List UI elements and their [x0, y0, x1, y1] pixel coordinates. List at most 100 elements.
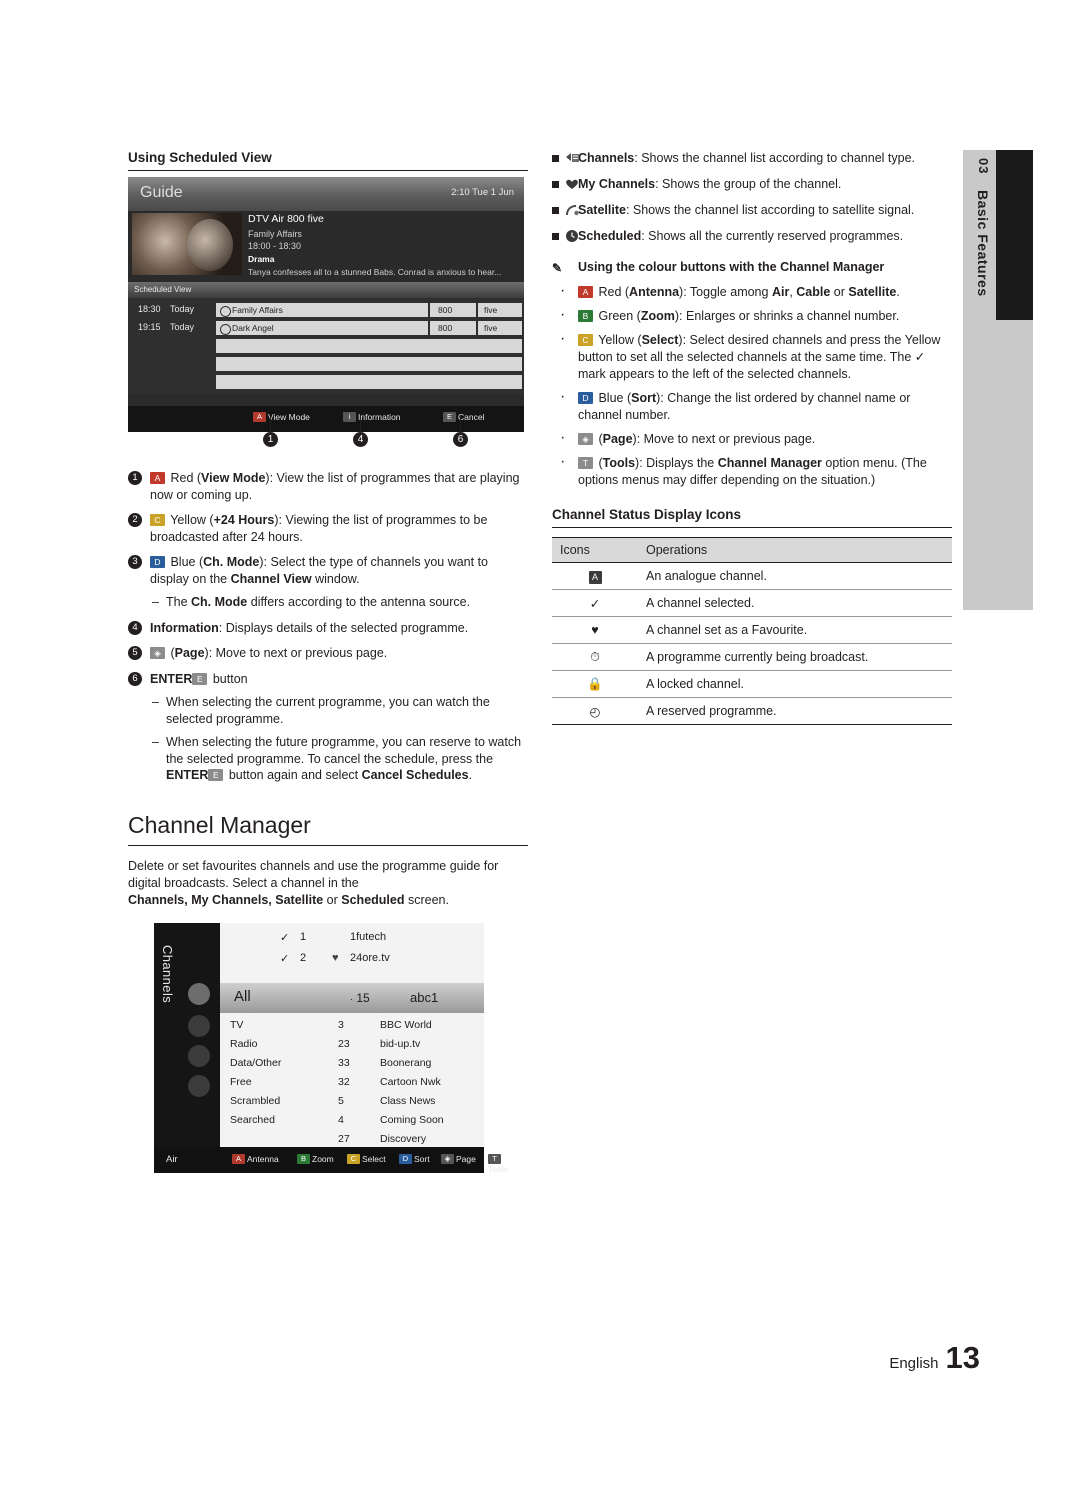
list-item-1: 1 A Red (View Mode): View the list of pr… — [128, 470, 528, 503]
status-op: A channel set as a Favourite. — [638, 616, 952, 644]
list-text: ◈ (Page): Move to next or previous page. — [150, 646, 387, 660]
clock-icon[interactable] — [188, 1074, 210, 1097]
red-key-icon: A — [232, 1153, 245, 1164]
channel-number: 4 — [338, 1113, 344, 1126]
guide-clock: 2:10 Tue 1 Jun — [451, 187, 514, 198]
programme-time: 18:00 - 18:30 — [248, 241, 302, 251]
list-number: 1 — [128, 471, 142, 485]
callout-6: 6 — [453, 432, 468, 447]
programme-genre: Drama — [248, 254, 275, 264]
table-row[interactable]: 18:30 Today Family Affairs 800 five — [128, 302, 524, 318]
footer-tools[interactable]: TTools — [488, 1153, 508, 1174]
channels-icon[interactable] — [188, 982, 210, 1005]
table-row[interactable]: 19:15 Today Dark Angel 800 five — [128, 320, 524, 336]
dot-page: ◈ (Page): Move to next or previous page. — [552, 429, 952, 448]
list-item-4: 4 Information: Displays details of the s… — [128, 620, 528, 637]
channel-status-table: Icons Operations A An analogue channel. … — [552, 537, 952, 725]
status-op: A reserved programme. — [638, 697, 952, 725]
bullet-my-channels-text: My Channels: Shows the group of the chan… — [578, 177, 842, 191]
channel-name[interactable]: bid-up.tv — [380, 1038, 420, 1050]
status-op: A channel selected. — [638, 589, 952, 617]
category-searched[interactable]: Searched — [230, 1114, 275, 1126]
row-number: 800 — [438, 323, 453, 333]
list-item-3: 3 D Blue (Ch. Mode): Select the type of … — [128, 554, 528, 611]
status-icon-favourite: ♥ — [552, 616, 638, 644]
note-colour-buttons: ✎ Using the colour buttons with the Chan… — [552, 259, 952, 276]
list-text: A Red (View Mode): View the list of prog… — [150, 471, 520, 502]
footer-select-label: Select — [362, 1153, 386, 1164]
list-text: Information: Displays details of the sel… — [150, 620, 469, 635]
bullet-channels: Channels: Shows the channel list accordi… — [552, 150, 952, 167]
channel-name[interactable]: BBC World — [380, 1019, 432, 1031]
tools-key-icon: T — [488, 1153, 501, 1164]
footer-cancel[interactable]: E Cancel — [443, 412, 484, 422]
empty-row — [216, 375, 522, 389]
status-icon-reserved: ◴ — [552, 697, 638, 725]
dot-tools: T (Tools): Displays the Channel Manager … — [552, 453, 952, 489]
programme-name: Family Affairs — [248, 229, 302, 239]
footer-page[interactable]: ◈ Page — [441, 1153, 476, 1164]
clock-icon — [564, 229, 580, 243]
guide-schedule-list: 18:30 Today Family Affairs 800 five 19:1… — [128, 298, 524, 394]
category-radio[interactable]: Radio — [230, 1038, 257, 1050]
cmgr-top-list: ✓ 1 1futech ✓ 2 ♥ 24ore.tv — [220, 922, 484, 983]
table-header-row: Icons Operations — [552, 537, 952, 563]
selected-row-num-text: 15 — [356, 990, 370, 1005]
list-number: 6 — [128, 671, 142, 686]
heart-icon[interactable] — [188, 1014, 210, 1037]
footer-sort[interactable]: D Sort — [399, 1153, 430, 1164]
footer-view-mode[interactable]: A View Mode — [253, 412, 310, 422]
status-op: An analogue channel. — [638, 562, 952, 590]
channel-number: 27 — [338, 1132, 350, 1145]
table-row: ♥ A channel set as a Favourite. — [552, 616, 952, 644]
table-row: A An analogue channel. — [552, 562, 952, 590]
channel-name[interactable]: Coming Soon — [380, 1114, 444, 1126]
channel-name[interactable]: Boonerang — [380, 1057, 431, 1069]
row-channel: five — [484, 305, 498, 315]
footer-view-mode-label: View Mode — [268, 412, 310, 422]
footer-antenna[interactable]: A Antenna — [232, 1153, 279, 1164]
left-column: Using Scheduled View Guide 2:10 Tue 1 Ju… — [128, 150, 528, 1174]
clock-icon — [220, 305, 231, 317]
row-time: 18:30 — [138, 304, 161, 314]
list-number: 5 — [128, 646, 142, 660]
row-time: 19:15 — [138, 322, 161, 332]
row-channel-cell: five — [478, 321, 522, 335]
list-item-5: 5 ◈ (Page): Move to next or previous pag… — [128, 645, 528, 662]
category-free[interactable]: Free — [230, 1076, 252, 1088]
channels-icon — [564, 151, 580, 165]
list-text: D Blue (Ch. Mode): Select the type of ch… — [150, 555, 488, 586]
footer-information[interactable]: i Information — [343, 412, 401, 422]
table-row: ◴ A reserved programme. — [552, 697, 952, 725]
selected-row-number: · 15 — [350, 990, 370, 1005]
green-key-icon: B — [297, 1153, 310, 1164]
status-icon-broadcasting: ⏱ — [552, 643, 638, 671]
page-title-channel-manager: Channel Manager — [128, 812, 528, 846]
right-column: Channels: Shows the channel list accordi… — [552, 150, 952, 725]
cmgr-selected-row[interactable]: All · 15 abc1 — [220, 982, 484, 1013]
empty-row — [216, 339, 522, 353]
check-icon: ✓ — [280, 931, 290, 944]
information-key-icon: i — [343, 412, 356, 422]
category-tv[interactable]: TV — [230, 1019, 243, 1031]
header-icons: Icons — [552, 537, 638, 563]
side-tab-block — [996, 150, 1033, 320]
list-number: 3 — [128, 555, 142, 569]
channel-name[interactable]: Discovery — [380, 1133, 426, 1145]
bullet-scheduled-text: Scheduled: Shows all the currently reser… — [578, 229, 904, 243]
clock-icon — [220, 323, 231, 335]
guide-programme-info: DTV Air 800 five Family Affairs 18:00 - … — [248, 213, 518, 277]
scheduled-view-label: Scheduled View — [134, 285, 192, 294]
dot-red-antenna: A Red (Antenna): Toggle among Air, Cable… — [552, 282, 952, 301]
side-tab: 03 Basic Features — [963, 150, 1033, 610]
category-scrambled[interactable]: Scrambled — [230, 1095, 280, 1107]
footer-zoom[interactable]: B Zoom — [297, 1153, 334, 1164]
dot-yellow-select: C Yellow (Select): Select desired channe… — [552, 330, 952, 383]
table-row: ⏱ A programme currently being broadcast. — [552, 643, 952, 671]
channel-name[interactable]: Cartoon Nwk — [380, 1076, 441, 1088]
channel-name[interactable]: Class News — [380, 1095, 435, 1107]
footer-select[interactable]: C Select — [347, 1153, 386, 1164]
category-data-other[interactable]: Data/Other — [230, 1057, 281, 1069]
row-day: Today — [170, 304, 195, 314]
satellite-icon[interactable] — [188, 1044, 210, 1067]
